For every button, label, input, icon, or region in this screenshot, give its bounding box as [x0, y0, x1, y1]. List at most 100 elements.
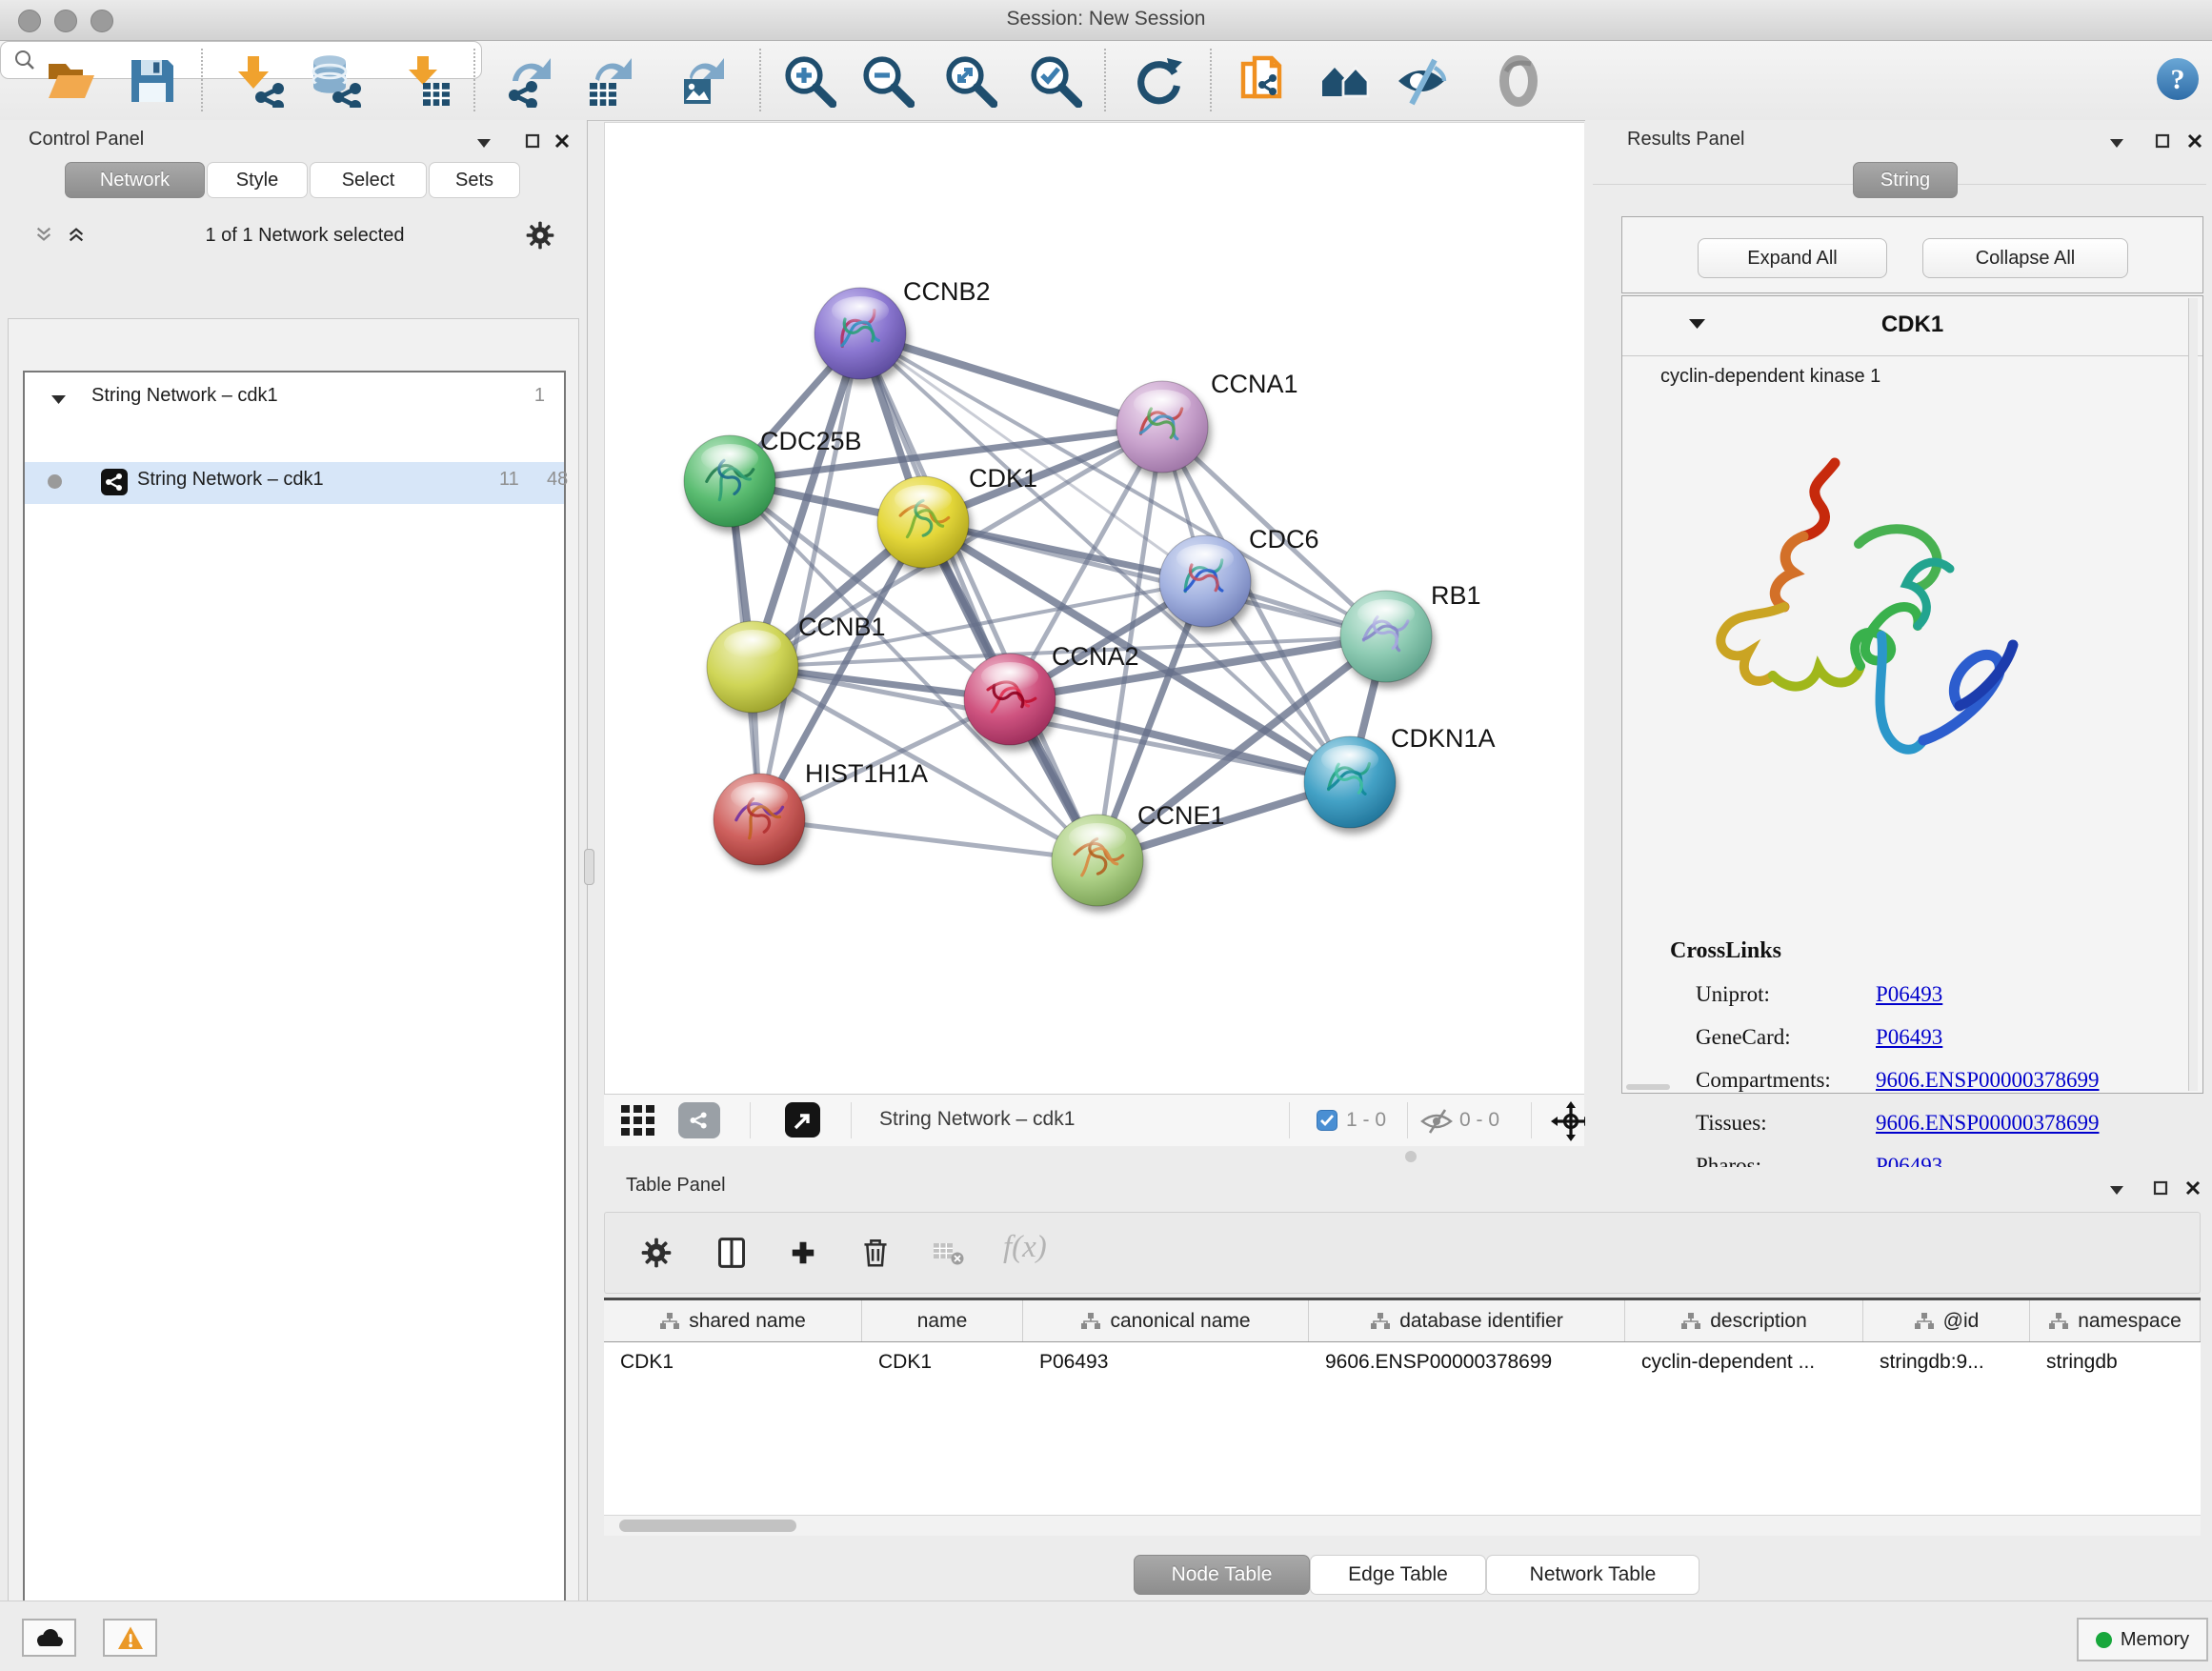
column-header-namespace[interactable]: namespace: [2030, 1300, 2201, 1341]
node-table[interactable]: shared namenamecanonical namedatabase id…: [604, 1298, 2201, 1515]
network-edge-count: 48: [547, 469, 568, 491]
tab-edge-table[interactable]: Edge Table: [1310, 1555, 1486, 1595]
column-header--id[interactable]: @id: [1863, 1300, 2030, 1341]
network-collection-row[interactable]: String Network – cdk1 1: [25, 378, 564, 420]
results-vertical-scrollbar[interactable]: [2188, 298, 2198, 1091]
show-columns-icon[interactable]: [715, 1236, 748, 1270]
column-header-name[interactable]: name: [862, 1300, 1023, 1341]
results-panel-float-icon[interactable]: [2153, 131, 2172, 151]
tab-select[interactable]: Select: [310, 162, 427, 198]
hidden-eye-icon[interactable]: [1419, 1109, 1454, 1138]
add-column-icon[interactable]: [788, 1238, 818, 1268]
table-panel-float-icon[interactable]: [2151, 1178, 2170, 1198]
zoom-in-icon[interactable]: [781, 52, 838, 110]
table-cell[interactable]: CDK1: [862, 1342, 1023, 1385]
crosslink-label: GeneCard:: [1696, 1025, 1791, 1050]
tab-style[interactable]: Style: [207, 162, 308, 198]
collapse-all-networks-icon[interactable]: [34, 225, 53, 244]
table-row[interactable]: CDK1CDK1P064939606.ENSP00000378699cyclin…: [604, 1342, 2201, 1385]
open-session-icon[interactable]: [43, 52, 100, 110]
zoom-selected-icon[interactable]: [1027, 52, 1084, 110]
export-network-icon[interactable]: [505, 52, 562, 110]
expand-all-networks-icon[interactable]: [67, 225, 86, 244]
formula-fx-icon-disabled: f(x): [1003, 1230, 1047, 1265]
selected-nodes-checkbox-icon[interactable]: [1317, 1110, 1337, 1131]
delete-column-trash-icon[interactable]: [860, 1236, 891, 1270]
zoom-out-icon[interactable]: [859, 52, 916, 110]
node-label-CDKN1A: CDKN1A: [1391, 724, 1496, 753]
network-row[interactable]: String Network – cdk1 11 48: [25, 462, 564, 504]
detach-view-icon[interactable]: [785, 1102, 820, 1137]
table-panel-menu-icon[interactable]: [2107, 1180, 2126, 1199]
memory-button[interactable]: Memory: [2077, 1618, 2208, 1661]
grid-view-icon[interactable]: [621, 1105, 659, 1140]
table-cell[interactable]: P06493: [1023, 1342, 1309, 1385]
table-cell[interactable]: 9606.ENSP00000378699: [1309, 1342, 1625, 1385]
import-network-from-database-icon[interactable]: [308, 52, 365, 110]
control-panel-close-icon[interactable]: [553, 131, 572, 151]
crosslinks-title: CrossLinks: [1670, 938, 1781, 964]
export-image-icon[interactable]: [676, 52, 734, 110]
network-node-count: 11: [499, 469, 519, 491]
column-icon: [1680, 1312, 1701, 1331]
table-cell[interactable]: CDK1: [604, 1342, 862, 1385]
table-horizontal-scrollbar[interactable]: [604, 1515, 2201, 1536]
left-splitter-grip[interactable]: [584, 849, 594, 885]
import-table-icon[interactable]: [398, 52, 455, 110]
results-horizontal-scroll-thumb[interactable]: [1626, 1084, 1670, 1090]
hidden-counter: 0 - 0: [1459, 1109, 1499, 1132]
column-header-database-identifier[interactable]: database identifier: [1309, 1300, 1625, 1341]
network-view-mode-icon[interactable]: [678, 1102, 720, 1138]
show-all-icon[interactable]: [1490, 52, 1547, 110]
table-cell[interactable]: cyclin-dependent ...: [1625, 1342, 1863, 1385]
toolbar-separator: [201, 49, 203, 111]
node-HIST1H1A: HIST1H1A: [714, 759, 928, 865]
table-panel-close-icon[interactable]: [2183, 1178, 2202, 1198]
results-panel-menu-icon[interactable]: [2107, 133, 2126, 152]
save-session-icon[interactable]: [124, 52, 181, 110]
table-gear-icon[interactable]: [641, 1238, 672, 1268]
app-store-icon[interactable]: [1317, 52, 1374, 110]
tab-node-table[interactable]: Node Table: [1134, 1555, 1310, 1595]
collapse-all-button[interactable]: Collapse All: [1922, 238, 2128, 278]
tab-network[interactable]: Network: [65, 162, 205, 198]
results-buttons-box: Expand All Collapse All: [1621, 216, 2203, 293]
cloud-status-button[interactable]: [22, 1619, 76, 1657]
crosslink-value-link[interactable]: P06493: [1876, 1025, 1942, 1050]
node-label-CCNE1: CCNE1: [1137, 801, 1225, 830]
zoom-fit-icon[interactable]: [942, 52, 999, 110]
control-panel-float-icon[interactable]: [523, 131, 542, 151]
hide-selected-icon[interactable]: [1393, 52, 1450, 110]
tab-network-table[interactable]: Network Table: [1486, 1555, 1699, 1595]
crosslink-value-link[interactable]: 9606.ENSP00000378699: [1876, 1068, 2100, 1093]
network-view-toolbar: String Network – cdk1 1 - 0 0 - 0: [604, 1094, 1584, 1146]
warnings-button[interactable]: [103, 1619, 157, 1657]
crosslink-value-link[interactable]: 9606.ENSP00000378699: [1876, 1111, 2100, 1136]
control-panel-menu-icon[interactable]: [474, 133, 493, 152]
expand-all-button[interactable]: Expand All: [1698, 238, 1887, 278]
table-toolbar: f(x): [604, 1212, 2201, 1294]
column-header-description[interactable]: description: [1625, 1300, 1863, 1341]
table-cell[interactable]: stringdb:9...: [1863, 1342, 2030, 1385]
network-canvas[interactable]: CCNB2CCNA1CDC25BCDK1CDC6RB1CCNB1CCNA2CDK…: [604, 122, 1584, 1094]
table-cell[interactable]: stringdb: [2030, 1342, 2201, 1385]
create-network-from-selection-icon[interactable]: [1237, 52, 1295, 110]
scrollbar-thumb[interactable]: [619, 1520, 796, 1532]
network-options-gear-icon[interactable]: [526, 221, 554, 250]
export-table-icon[interactable]: [584, 52, 641, 110]
import-network-icon[interactable]: [231, 52, 288, 110]
cloud-icon: [34, 1626, 65, 1649]
tab-sets[interactable]: Sets: [429, 162, 520, 198]
help-icon[interactable]: ?: [2155, 56, 2201, 102]
results-panel-close-icon[interactable]: [2185, 131, 2204, 151]
crosslink-row: GeneCard: P06493: [1622, 1017, 2156, 1060]
tab-string[interactable]: String: [1853, 162, 1958, 198]
column-header-canonical-name[interactable]: canonical name: [1023, 1300, 1309, 1341]
tree-caret-icon[interactable]: [51, 388, 66, 410]
network-collection-count: 1: [534, 385, 545, 407]
crosslink-value-link[interactable]: P06493: [1876, 982, 1942, 1007]
refresh-network-icon[interactable]: [1129, 52, 1186, 110]
column-header-shared-name[interactable]: shared name: [604, 1300, 862, 1341]
node-label-HIST1H1A: HIST1H1A: [805, 759, 928, 788]
network-graph[interactable]: CCNB2CCNA1CDC25BCDK1CDC6RB1CCNB1CCNA2CDK…: [605, 123, 1584, 1094]
